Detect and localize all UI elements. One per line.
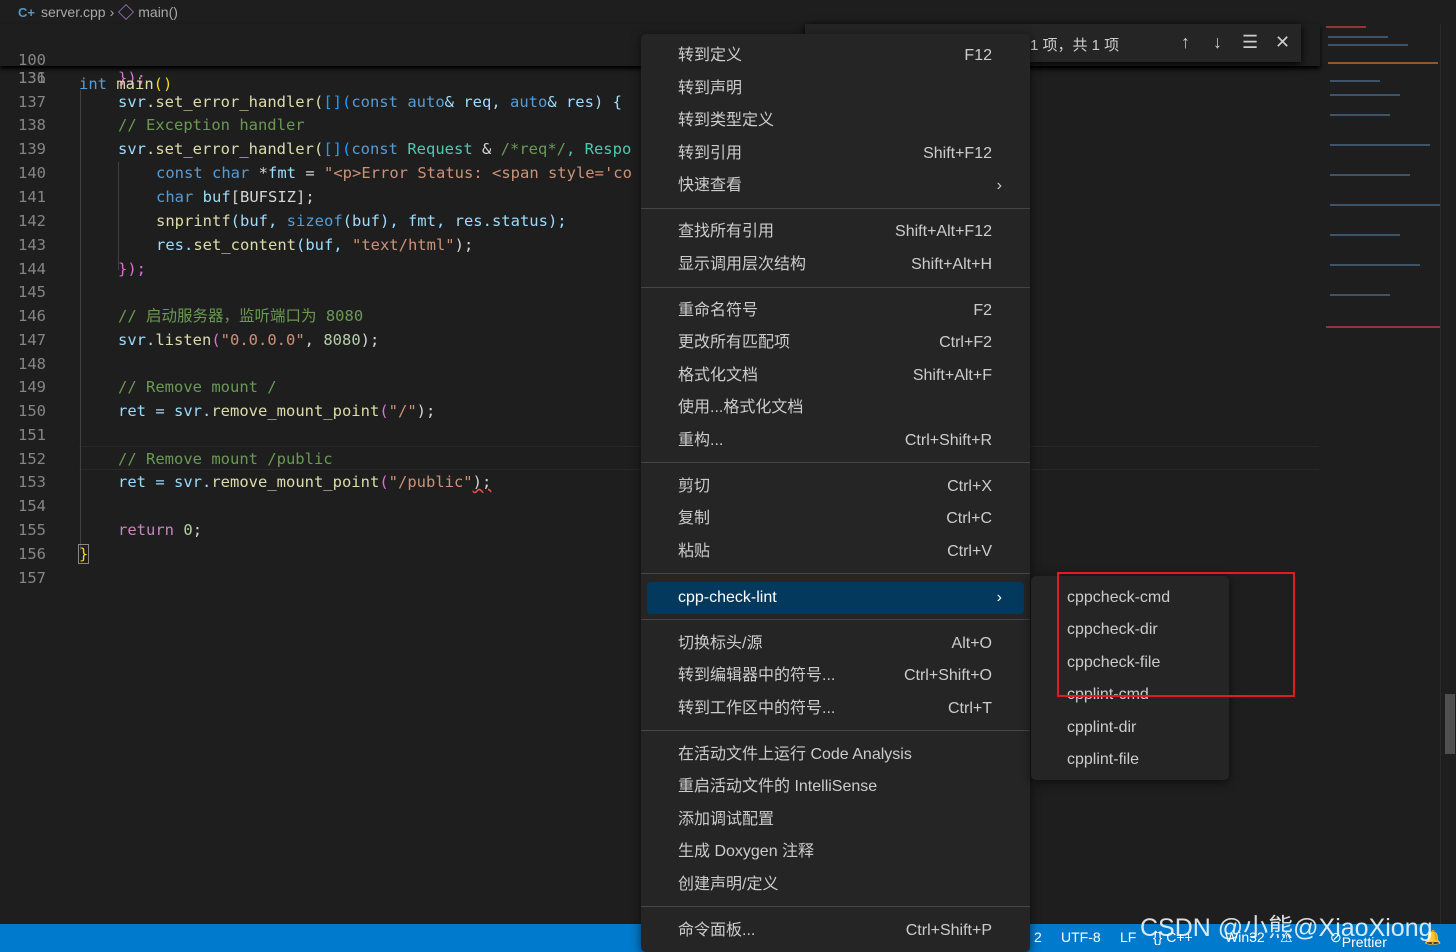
breadcrumb: C+ server.cpp › main() [0,0,1320,24]
context-menu: 转到定义 F12 转到声明 转到类型定义 转到引用 Shift+F12 快速查看 › … [641,34,1030,952]
breadcrumb-file[interactable]: server.cpp [41,4,106,20]
menu-item-go-to-symbol-in-editor[interactable]: 转到编辑器中的符号... Ctrl+Shift+O [647,660,1024,692]
menu-item-go-to-declaration[interactable]: 转到声明 [647,73,1024,105]
arrow-up-icon[interactable]: ↑ [1181,32,1190,53]
menu-item-show-call-hierarchy[interactable]: 显示调用层次结构 Shift+Alt+H [647,249,1024,281]
menu-item-generate-doxygen-comment[interactable]: 生成 Doxygen 注释 [647,836,1024,868]
minimap[interactable] [1320,24,1440,924]
find-match-count: 1 项，共 1 项 [1030,37,1120,54]
annotation-highlight-box [1057,572,1295,697]
submenu-item-cpplint-file[interactable]: cpplint-file [1067,744,1139,776]
menu-item-paste[interactable]: 粘贴 Ctrl+V [647,536,1024,568]
menu-item-create-declaration-definition[interactable]: 创建声明/定义 [647,869,1024,901]
scrollbar-thumb[interactable] [1445,694,1455,754]
close-icon[interactable]: ✕ [1275,32,1290,53]
watermark: CSDN @小熊@XiaoXiong [1140,914,1433,942]
status-eol[interactable]: LF [1120,929,1136,945]
menu-item-switch-header-source[interactable]: 切换标头/源 Alt+O [647,628,1024,660]
cpp-file-icon: C+ [18,4,35,20]
method-cube-icon [118,4,135,20]
menu-item-go-to-definition[interactable]: 转到定义 F12 [647,40,1024,72]
menu-item-run-code-analysis[interactable]: 在活动文件上运行 Code Analysis [647,739,1024,771]
menu-item-rename-symbol[interactable]: 重命名符号 F2 [647,295,1024,327]
menu-separator [641,906,1030,907]
menu-item-go-to-symbol-in-workspace[interactable]: 转到工作区中的符号... Ctrl+T [647,693,1024,725]
menu-item-find-all-references[interactable]: 查找所有引用 Shift+Alt+F12 [647,216,1024,248]
arrow-down-icon[interactable]: ↓ [1213,32,1222,53]
menu-item-add-debug-configuration[interactable]: 添加调试配置 [647,804,1024,836]
menu-separator [641,730,1030,731]
vertical-scrollbar[interactable] [1440,24,1456,924]
menu-item-change-all-occurrences[interactable]: 更改所有匹配项 Ctrl+F2 [647,327,1024,359]
menu-item-format-document-with[interactable]: 使用...格式化文档 [647,392,1024,424]
menu-separator [641,462,1030,463]
menu-item-format-document[interactable]: 格式化文档 Shift+Alt+F [647,360,1024,392]
chevron-right-icon: › [109,4,115,20]
chevron-right-icon: › [996,177,1002,194]
status-encoding[interactable]: UTF-8 [1061,929,1101,945]
menu-separator [641,573,1030,574]
menu-separator [641,287,1030,288]
menu-separator [641,619,1030,620]
chevron-right-icon: › [996,589,1002,606]
find-in-selection-icon[interactable]: ☰ [1242,32,1258,53]
menu-item-copy[interactable]: 复制 Ctrl+C [647,503,1024,535]
menu-item-peek[interactable]: 快速查看 › [647,170,1024,202]
submenu-item-cpplint-dir[interactable]: cpplint-dir [1067,712,1136,744]
menu-item-go-to-type-definition[interactable]: 转到类型定义 [647,105,1024,137]
menu-separator [641,208,1030,209]
menu-item-refactor[interactable]: 重构... Ctrl+Shift+R [647,425,1024,457]
menu-item-go-to-references[interactable]: 转到引用 Shift+F12 [647,138,1024,170]
menu-item-cpp-check-lint[interactable]: cpp-check-lint › [647,582,1024,614]
menu-item-cut[interactable]: 剪切 Ctrl+X [647,471,1024,503]
status-indent[interactable]: 2 [1034,929,1042,945]
menu-item-command-palette[interactable]: 命令面板... Ctrl+Shift+P [647,915,1024,947]
breadcrumb-symbol[interactable]: main() [138,4,178,20]
menu-item-restart-intellisense[interactable]: 重启活动文件的 IntelliSense [647,771,1024,803]
